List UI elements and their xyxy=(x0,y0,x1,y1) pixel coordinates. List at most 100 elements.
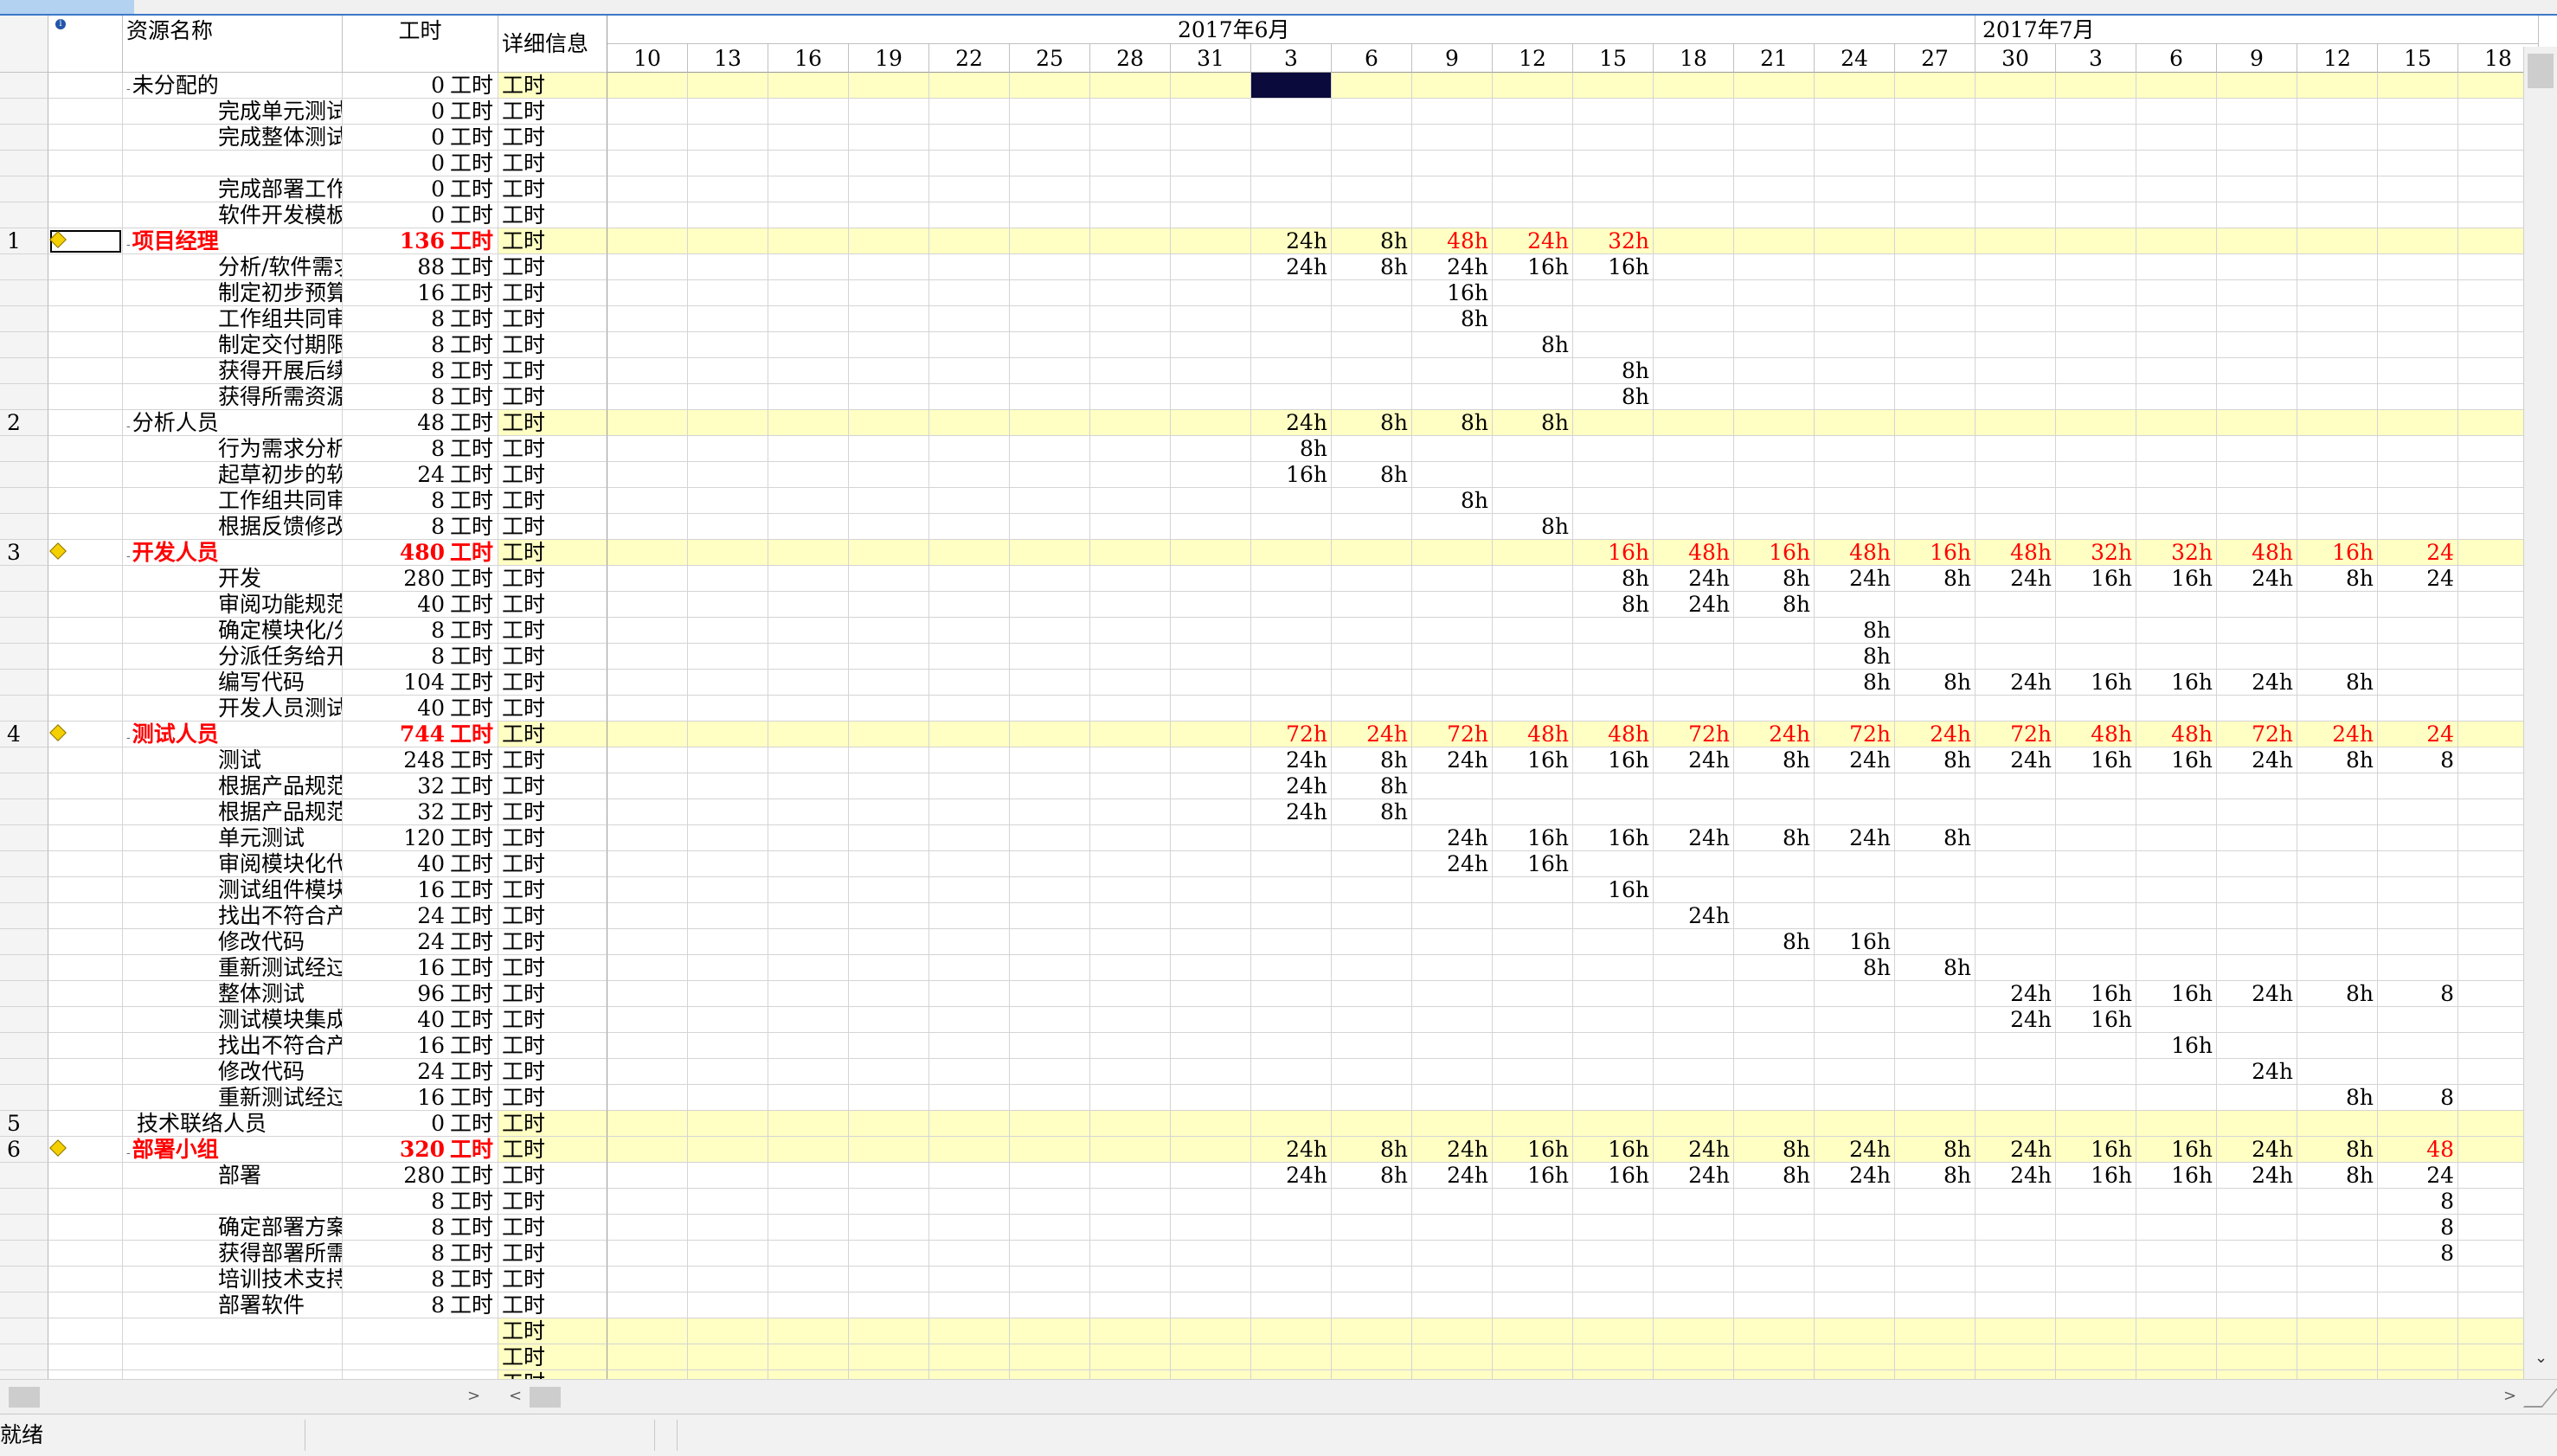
timephased-cell[interactable] xyxy=(2378,176,2458,202)
resource-name[interactable]: 获得开展后续工作 xyxy=(123,358,343,384)
work-value[interactable]: 0 工时 xyxy=(343,176,498,202)
timephased-cell[interactable] xyxy=(1895,176,1976,202)
timephased-cell[interactable] xyxy=(768,1163,849,1189)
timephased-cell[interactable] xyxy=(2056,254,2136,280)
assignment-row[interactable]: 行为需求分析 8 工时 工时 8h xyxy=(0,436,2557,462)
work-value[interactable]: 16 工时 xyxy=(343,1033,498,1059)
timephased-cell[interactable] xyxy=(1976,73,2056,99)
day-label[interactable]: 15 xyxy=(1573,44,1654,73)
timephased-cell[interactable] xyxy=(1412,1007,1493,1033)
assignment-row[interactable]: 工作组共同审阅8工时工时8h xyxy=(0,306,2557,332)
work-value[interactable]: 0 工时 xyxy=(343,1111,498,1137)
timephased-cell[interactable] xyxy=(1332,73,1412,99)
timephased-cell[interactable] xyxy=(2136,73,2217,99)
timephased-cell[interactable] xyxy=(1654,1318,1734,1344)
timephased-cell[interactable] xyxy=(1654,254,1734,280)
work-value[interactable]: 32 工时 xyxy=(343,773,498,799)
timephased-cell[interactable] xyxy=(849,670,929,696)
timephased-cell[interactable] xyxy=(1976,1111,2056,1137)
timephased-cell[interactable] xyxy=(1976,1292,2056,1318)
timephased-cell[interactable] xyxy=(1654,151,1734,176)
timephased-cell[interactable] xyxy=(1090,280,1171,306)
timephased-cell[interactable] xyxy=(1493,1033,1573,1059)
timephased-cell[interactable] xyxy=(2297,176,2378,202)
timephased-cell[interactable] xyxy=(1573,151,1654,176)
assignment-row[interactable]: 8 工时 工时 8 xyxy=(0,1189,2557,1215)
timephased-cell[interactable] xyxy=(1976,306,2056,332)
timephased-cell[interactable] xyxy=(1573,514,1654,540)
timephased-cell[interactable] xyxy=(1573,1059,1654,1085)
timephased-cell[interactable] xyxy=(768,280,849,306)
timephased-cell[interactable] xyxy=(607,176,688,202)
resource-row[interactable]: 工时 xyxy=(0,1318,2557,1344)
collapse-icon[interactable]: - xyxy=(126,549,131,563)
timephased-cell[interactable] xyxy=(1251,670,1332,696)
timephased-cell[interactable] xyxy=(849,1189,929,1215)
timephased-cell[interactable] xyxy=(607,358,688,384)
timephased-cell[interactable] xyxy=(688,202,768,228)
timephased-cell[interactable] xyxy=(1895,1344,1976,1370)
timephased-cell[interactable] xyxy=(929,73,1010,99)
timephased-cell[interactable] xyxy=(688,462,768,488)
timephased-cell[interactable] xyxy=(2056,592,2136,618)
collapse-icon[interactable]: - xyxy=(126,82,131,96)
timephased-cell[interactable] xyxy=(607,747,688,773)
timephased-cell[interactable] xyxy=(1815,696,1895,722)
timephased-cell[interactable] xyxy=(1090,73,1171,99)
timephased-cell[interactable] xyxy=(2056,1292,2136,1318)
timephased-cell[interactable] xyxy=(768,1137,849,1163)
timephased-cell[interactable] xyxy=(849,1215,929,1241)
timephased-cell[interactable] xyxy=(1251,696,1332,722)
resource-row[interactable]: 1 -项目经理 136 工时 工时 24h 8h 48h 24h 32h xyxy=(0,228,2557,254)
timephased-cell[interactable] xyxy=(849,176,929,202)
timephased-cell[interactable] xyxy=(2056,851,2136,877)
timephased-cell[interactable] xyxy=(1573,618,1654,644)
timephased-cell[interactable] xyxy=(1734,981,1815,1007)
timephased-cell[interactable]: 32h xyxy=(2056,540,2136,566)
timephased-cell[interactable] xyxy=(688,254,768,280)
timephased-cell[interactable] xyxy=(1171,1318,1251,1344)
timephased-cell[interactable] xyxy=(688,1033,768,1059)
timephased-cell[interactable] xyxy=(929,436,1010,462)
timephased-cell[interactable] xyxy=(2297,592,2378,618)
timephased-cell[interactable] xyxy=(1815,1318,1895,1344)
timephased-cell[interactable] xyxy=(1815,1033,1895,1059)
timephased-cell[interactable] xyxy=(1734,514,1815,540)
timephased-cell[interactable] xyxy=(1734,1267,1815,1292)
timephased-cell[interactable] xyxy=(1734,799,1815,825)
timephased-cell[interactable] xyxy=(768,747,849,773)
timephased-cell[interactable] xyxy=(1010,514,1090,540)
timephased-cell[interactable] xyxy=(1251,1292,1332,1318)
timephased-cell[interactable]: 16h xyxy=(1734,540,1815,566)
timephased-cell[interactable] xyxy=(929,384,1010,410)
row-id[interactable] xyxy=(0,670,48,696)
timephased-cell[interactable] xyxy=(1815,462,1895,488)
timephased-cell[interactable] xyxy=(768,929,849,955)
row-id[interactable] xyxy=(0,202,48,228)
timephased-cell[interactable] xyxy=(1815,488,1895,514)
timephased-cell[interactable] xyxy=(1251,644,1332,670)
day-label[interactable]: 30 xyxy=(1976,44,2056,73)
timephased-cell[interactable] xyxy=(1573,176,1654,202)
timephased-cell[interactable] xyxy=(2056,929,2136,955)
timephased-cell[interactable] xyxy=(1251,1085,1332,1111)
timephased-cell[interactable] xyxy=(1976,1085,2056,1111)
timephased-cell[interactable] xyxy=(1654,1111,1734,1137)
timephased-cell[interactable] xyxy=(1090,1007,1171,1033)
timephased-cell[interactable]: 8h xyxy=(2297,747,2378,773)
timephased-cell[interactable] xyxy=(1332,332,1412,358)
timephased-cell[interactable] xyxy=(1171,1189,1251,1215)
timephased-cell[interactable] xyxy=(1010,981,1090,1007)
work-value[interactable]: 136 工时 xyxy=(343,228,498,254)
timephased-cell[interactable] xyxy=(1895,696,1976,722)
timephased-cell[interactable] xyxy=(1573,1267,1654,1292)
timephased-cell[interactable]: 8 xyxy=(2378,1189,2458,1215)
timephased-cell[interactable] xyxy=(2217,592,2297,618)
timephased-cell[interactable] xyxy=(2217,436,2297,462)
timephased-cell[interactable] xyxy=(2136,306,2217,332)
timephased-cell[interactable]: 24h xyxy=(2217,1137,2297,1163)
timephased-cell[interactable] xyxy=(1976,592,2056,618)
timephased-cell[interactable] xyxy=(2378,436,2458,462)
timephased-cell[interactable] xyxy=(1010,280,1090,306)
timephased-cell[interactable] xyxy=(1090,358,1171,384)
